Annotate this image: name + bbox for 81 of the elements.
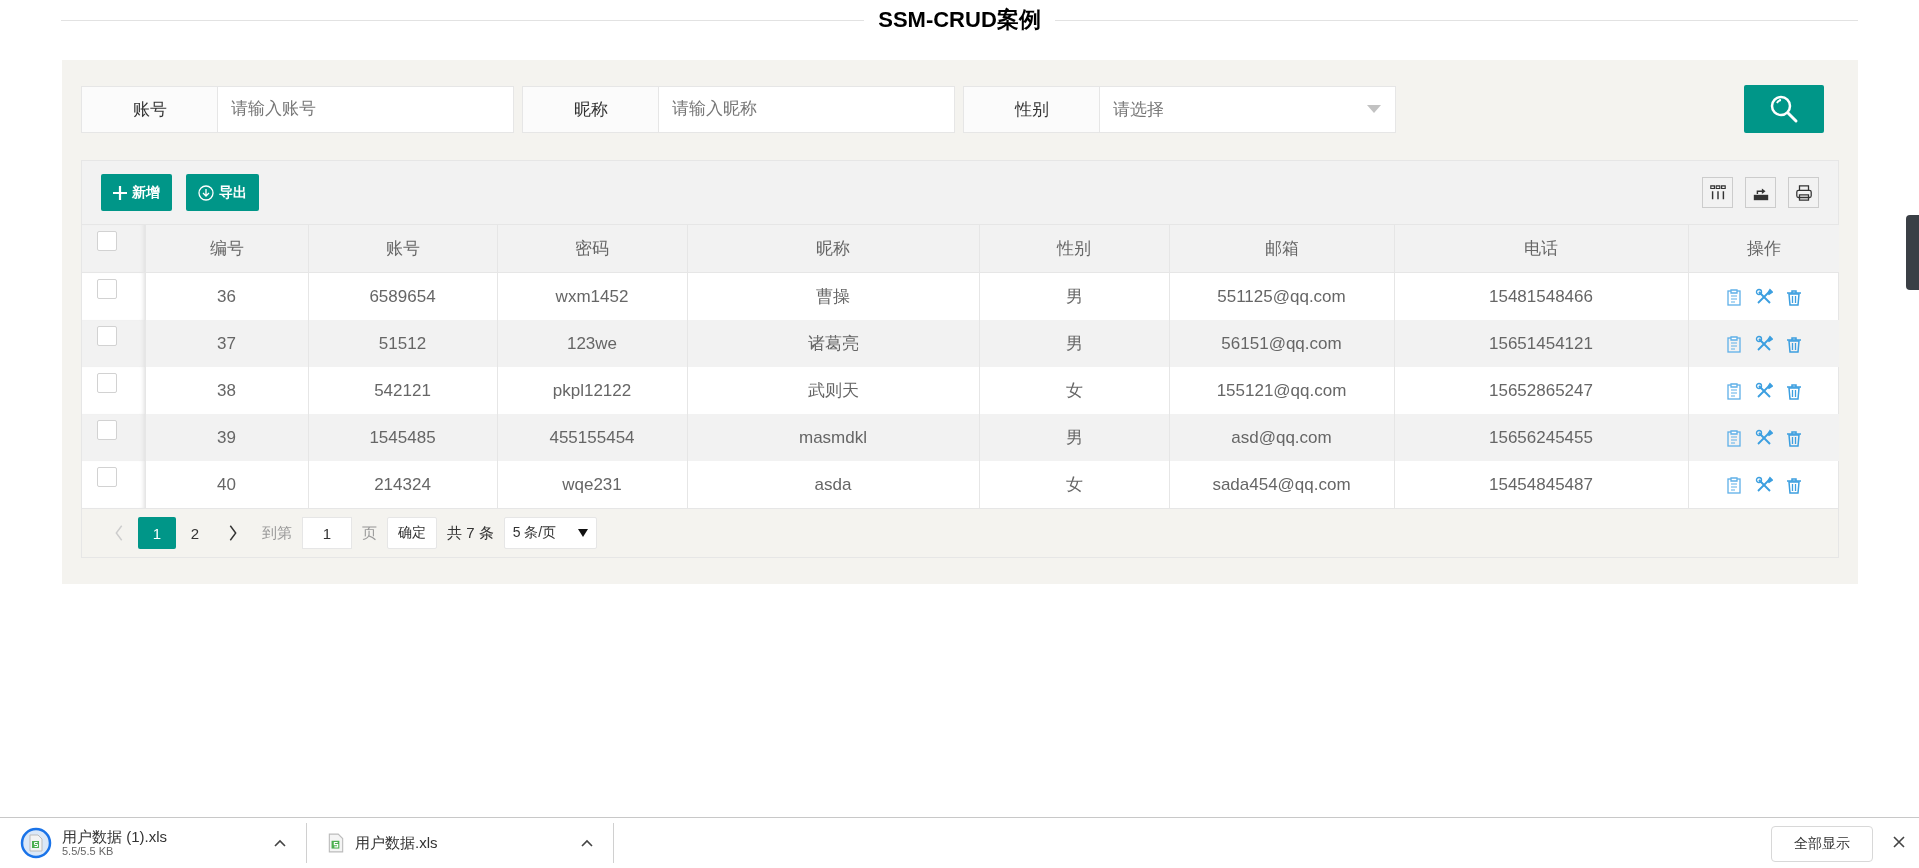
caret-icon — [577, 529, 588, 537]
download-icon — [198, 184, 214, 201]
field-label: 性别 — [963, 85, 1099, 133]
table-cell: 15651454121 — [1394, 320, 1688, 367]
column-header: 密码 — [497, 225, 687, 273]
table-cell: masmdkl — [687, 414, 979, 461]
tools-icon[interactable] — [1754, 475, 1773, 494]
table-cell: 39 — [145, 414, 308, 461]
column-header: 电话 — [1394, 225, 1688, 273]
print-icon — [1794, 183, 1813, 202]
tools-icon[interactable] — [1754, 428, 1773, 447]
field-label: 账号 — [81, 85, 217, 133]
table-cell: 455155454 — [497, 414, 687, 461]
page-title: SSM-CRUD案例 — [878, 6, 1041, 34]
file-name[interactable]: 用户数据 (1).xls — [62, 828, 264, 846]
table-cell: 15656245455 — [1394, 414, 1688, 461]
confirm-button[interactable]: 确定 — [387, 517, 437, 549]
trash-icon[interactable] — [1784, 287, 1803, 306]
trash-icon[interactable] — [1784, 334, 1803, 353]
column-header: 操作 — [1688, 225, 1839, 273]
trash-icon[interactable] — [1784, 381, 1803, 400]
toolbar-button[interactable]: 导出 — [186, 174, 259, 211]
file-icon — [327, 833, 345, 853]
tools-icon[interactable] — [1754, 287, 1773, 306]
field-label: 昵称 — [522, 85, 658, 133]
table-cell: 1545485 — [308, 414, 497, 461]
checkbox[interactable] — [97, 420, 117, 440]
chevron-up-icon[interactable] — [274, 839, 286, 847]
file-name[interactable]: 用户数据.xls — [355, 834, 571, 852]
checkbox[interactable] — [97, 231, 117, 251]
export-button[interactable] — [1745, 177, 1776, 208]
table-cell: 51512 — [308, 320, 497, 367]
side-handle[interactable] — [1906, 215, 1919, 290]
tools-icon[interactable] — [1754, 381, 1773, 400]
table-cell: asd@qq.com — [1169, 414, 1394, 461]
page-button[interactable]: 1 — [138, 517, 176, 549]
close-icon[interactable] — [1893, 836, 1905, 848]
select-field[interactable]: 请选择 — [1099, 85, 1396, 133]
table-cell: 男 — [979, 414, 1169, 461]
page-input[interactable]: 1 — [302, 517, 352, 549]
search-field[interactable]: 请输入账号 — [217, 85, 514, 133]
columns-icon — [1708, 183, 1727, 202]
column-header: 账号 — [308, 225, 497, 273]
trash-icon[interactable] — [1784, 475, 1803, 494]
table-cell: 123we — [497, 320, 687, 367]
columns-button[interactable] — [1702, 177, 1733, 208]
file-size: 5.5/5.5 KB — [62, 845, 115, 858]
page-size-select[interactable]: 5 条/页 — [503, 517, 597, 549]
trash-icon[interactable] — [1784, 428, 1803, 447]
chevron-up-icon[interactable] — [581, 839, 593, 847]
table-cell: 37 — [145, 320, 308, 367]
clipboard-icon[interactable] — [1724, 334, 1743, 353]
column-header: 昵称 — [687, 225, 979, 273]
clipboard-icon[interactable] — [1724, 287, 1743, 306]
toolbar-button[interactable]: 新增 — [101, 174, 172, 211]
table-cell: 诸葛亮 — [687, 320, 979, 367]
search-button[interactable] — [1744, 85, 1824, 133]
checkbox[interactable] — [97, 326, 117, 346]
checkbox[interactable] — [97, 373, 117, 393]
clipboard-icon[interactable] — [1724, 381, 1743, 400]
page-button[interactable]: 2 — [176, 517, 214, 549]
page-unit: 页 — [362, 523, 377, 543]
table-cell: 男 — [979, 320, 1169, 367]
column-header: 邮箱 — [1169, 225, 1394, 273]
column-header: 性别 — [979, 225, 1169, 273]
search-icon — [1769, 94, 1799, 124]
search-field[interactable]: 请输入昵称 — [658, 85, 955, 133]
checkbox[interactable] — [97, 467, 117, 487]
clipboard-icon[interactable] — [1724, 428, 1743, 447]
print-button[interactable] — [1788, 177, 1819, 208]
show-all-button[interactable]: 全部显示 — [1771, 826, 1873, 862]
file-progress-icon — [20, 827, 52, 859]
tools-icon[interactable] — [1754, 334, 1773, 353]
goto-label: 到第 — [262, 523, 292, 543]
column-header: 编号 — [145, 225, 308, 273]
total-count: 共 7 条 — [447, 523, 494, 543]
clipboard-icon[interactable] — [1724, 475, 1743, 494]
caret-icon — [1367, 105, 1381, 113]
plus-icon — [113, 185, 127, 200]
table-cell: 56151@qq.com — [1169, 320, 1394, 367]
checkbox[interactable] — [97, 279, 117, 299]
